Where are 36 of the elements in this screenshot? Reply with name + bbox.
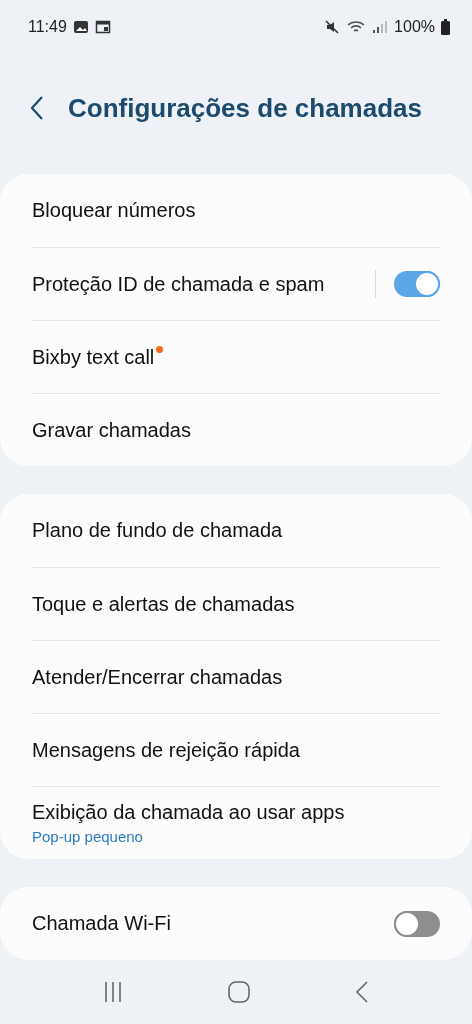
row-label: Atender/Encerrar chamadas [32,665,283,689]
settings-row[interactable]: Plano de fundo de chamada [32,494,440,567]
settings-row[interactable]: Exibição da chamada ao usar apps Pop-up pequeno [32,786,440,859]
wifi-icon [346,19,367,35]
row-label: Bloquear números [32,199,196,222]
back-icon[interactable] [355,981,370,1003]
row-label: Gravar chamadas [32,418,191,442]
back-icon[interactable] [30,95,44,121]
settings-row[interactable]: Atender/Encerrar chamadas [32,640,440,713]
settings-row[interactable]: Bloquear números [32,174,440,247]
clock: 11:49 [28,18,67,36]
page-title: Configurações de chamadas [68,92,422,124]
settings-row[interactable]: Gravar chamadas [32,393,440,466]
gallery-icon [72,20,89,34]
toggle-switch[interactable] [394,910,440,937]
row-label: Toque e alertas de chamadas [32,592,295,616]
row-label: Mensagens de rejeição rápida [32,738,300,762]
row-label: Exibição da chamada ao usar apps [32,801,345,824]
settings-row[interactable]: Bixby text call [32,320,440,393]
row-subtitle: Pop-up pequeno [32,828,144,845]
row-label: Chamada Wi-Fi [32,912,171,935]
home-icon[interactable] [228,981,250,1003]
signal-icon [372,20,389,34]
settings-row[interactable]: Toque e alertas de chamadas [32,567,440,640]
row-label: Plano de fundo de chamada [32,519,283,542]
mute-icon [324,19,341,35]
settings-row[interactable]: Mensagens de rejeição rápida [32,713,440,786]
battery-icon [441,19,450,35]
settings-row[interactable]: Chamada Wi-Fi [32,887,440,960]
calendar-icon [94,20,111,34]
row-label: Proteção ID de chamada e spam [32,272,325,296]
row-label: Bixby text call [32,345,155,369]
battery-percent: 100% [394,18,435,36]
toggle-switch[interactable] [394,271,440,297]
settings-row[interactable]: Proteção ID de chamada e spam [32,247,440,320]
recent-apps-icon[interactable] [102,981,123,1003]
